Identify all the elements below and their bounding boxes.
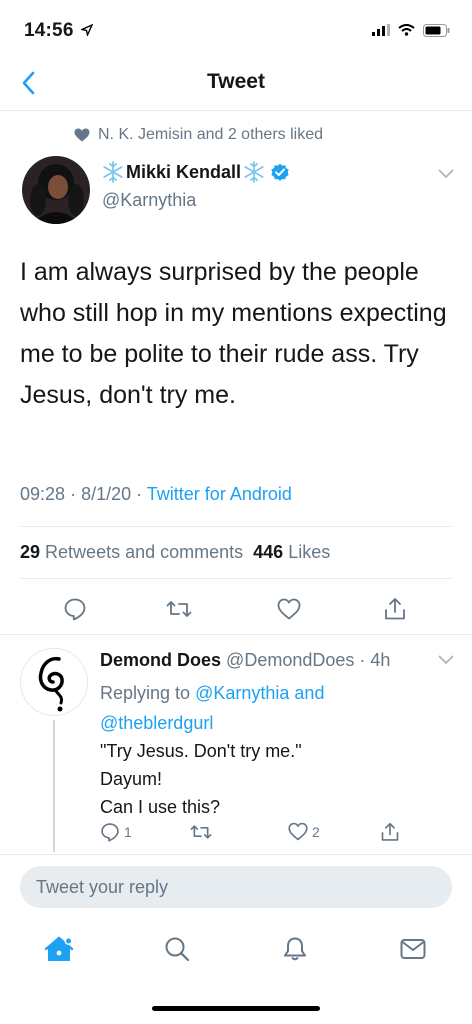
reply-actions: 1 2 bbox=[0, 820, 472, 846]
composer-divider bbox=[0, 854, 472, 855]
meta-divider bbox=[20, 526, 452, 527]
tweet-time: 09:28 bbox=[20, 484, 66, 504]
reply-button[interactable] bbox=[60, 594, 90, 624]
retweet-icon bbox=[166, 601, 192, 617]
tab-notifications[interactable] bbox=[280, 934, 310, 964]
page-title: Tweet bbox=[207, 70, 265, 93]
like-icon bbox=[277, 598, 301, 620]
share-icon bbox=[381, 822, 399, 841]
reply-icon bbox=[64, 598, 86, 621]
reply-reply-button[interactable]: 1 bbox=[100, 822, 132, 842]
tab-search[interactable] bbox=[162, 934, 192, 964]
author-name[interactable]: Mikki Kendall bbox=[102, 161, 290, 183]
snowflake-icon bbox=[244, 161, 264, 183]
reply-retweet-button[interactable] bbox=[190, 822, 212, 842]
tab-bar bbox=[0, 928, 472, 972]
share-icon bbox=[385, 598, 405, 620]
mention-link[interactable]: @Karnythia bbox=[195, 683, 289, 703]
author-avatar[interactable] bbox=[22, 156, 90, 224]
reply-author-handle: @DemondDoes bbox=[226, 650, 355, 670]
tab-messages[interactable] bbox=[398, 934, 428, 964]
battery-icon bbox=[423, 23, 450, 37]
status-time: 14:56 bbox=[24, 20, 94, 42]
wifi-icon bbox=[398, 24, 415, 36]
reply-like-button[interactable]: 2 bbox=[288, 822, 320, 841]
reply-icon bbox=[101, 823, 119, 842]
reply-input-placeholder: Tweet your reply bbox=[36, 876, 169, 897]
thread-divider bbox=[0, 634, 472, 635]
likes-stat[interactable]: 446 Likes bbox=[253, 542, 330, 563]
verified-badge-icon bbox=[271, 163, 289, 181]
tweet-date: 8/1/20 bbox=[81, 484, 132, 504]
retweets-stat[interactable]: 29 Retweets and comments bbox=[20, 542, 243, 563]
heart-small-icon bbox=[74, 128, 90, 142]
chevron-down-icon bbox=[438, 169, 454, 179]
like-icon bbox=[288, 822, 308, 841]
messages-icon bbox=[400, 939, 426, 959]
home-icon bbox=[44, 936, 74, 961]
reply-input[interactable]: Tweet your reply bbox=[20, 866, 452, 908]
author-name-text: Mikki Kendall bbox=[126, 161, 242, 182]
replying-to: Replying to @Karnythia and @theblerdgurl bbox=[100, 683, 325, 733]
snowflake-icon bbox=[103, 161, 123, 183]
reply-header[interactable]: Demond Does @DemondDoes · 4h bbox=[100, 650, 390, 671]
nav-divider bbox=[0, 110, 472, 111]
signal-icon bbox=[372, 24, 390, 36]
counts-divider bbox=[20, 578, 452, 579]
liked-by-text: N. K. Jemisin and 2 others liked bbox=[98, 126, 323, 143]
chevron-down-icon bbox=[438, 655, 454, 665]
home-indicator bbox=[152, 1006, 320, 1011]
retweet-button[interactable] bbox=[164, 594, 194, 624]
author-handle[interactable]: @Karnythia bbox=[102, 190, 196, 211]
tweet-actions bbox=[0, 592, 472, 626]
tweet-source[interactable]: Twitter for Android bbox=[147, 484, 292, 504]
reply-share-button[interactable] bbox=[380, 822, 400, 842]
reply-text: "Try Jesus. Don't try me." Dayum! Can I … bbox=[100, 741, 302, 817]
location-arrow-icon bbox=[79, 23, 94, 38]
search-icon bbox=[165, 937, 190, 962]
tweet-text: I am always surprised by the people who … bbox=[20, 258, 447, 409]
status-icons bbox=[372, 20, 450, 40]
mention-link[interactable]: @theblerdgurl bbox=[100, 713, 213, 733]
social-context[interactable]: N. K. Jemisin and 2 others liked bbox=[74, 126, 323, 144]
share-button[interactable] bbox=[380, 594, 410, 624]
tweet-meta: 09:28 · 8/1/20 · Twitter for Android bbox=[20, 484, 292, 504]
tab-home[interactable] bbox=[44, 934, 74, 964]
reply-author-name: Demond Does bbox=[100, 650, 222, 670]
reply-age: 4h bbox=[370, 650, 391, 670]
tweet-menu-button[interactable] bbox=[438, 166, 454, 184]
notifications-icon bbox=[284, 937, 306, 961]
like-button[interactable] bbox=[274, 594, 304, 624]
engagement-counts: 29 Retweets and comments 446 Likes bbox=[20, 542, 330, 563]
reply-author-avatar[interactable] bbox=[20, 648, 88, 716]
reply-menu-button[interactable] bbox=[438, 652, 454, 670]
retweet-icon bbox=[190, 825, 212, 839]
